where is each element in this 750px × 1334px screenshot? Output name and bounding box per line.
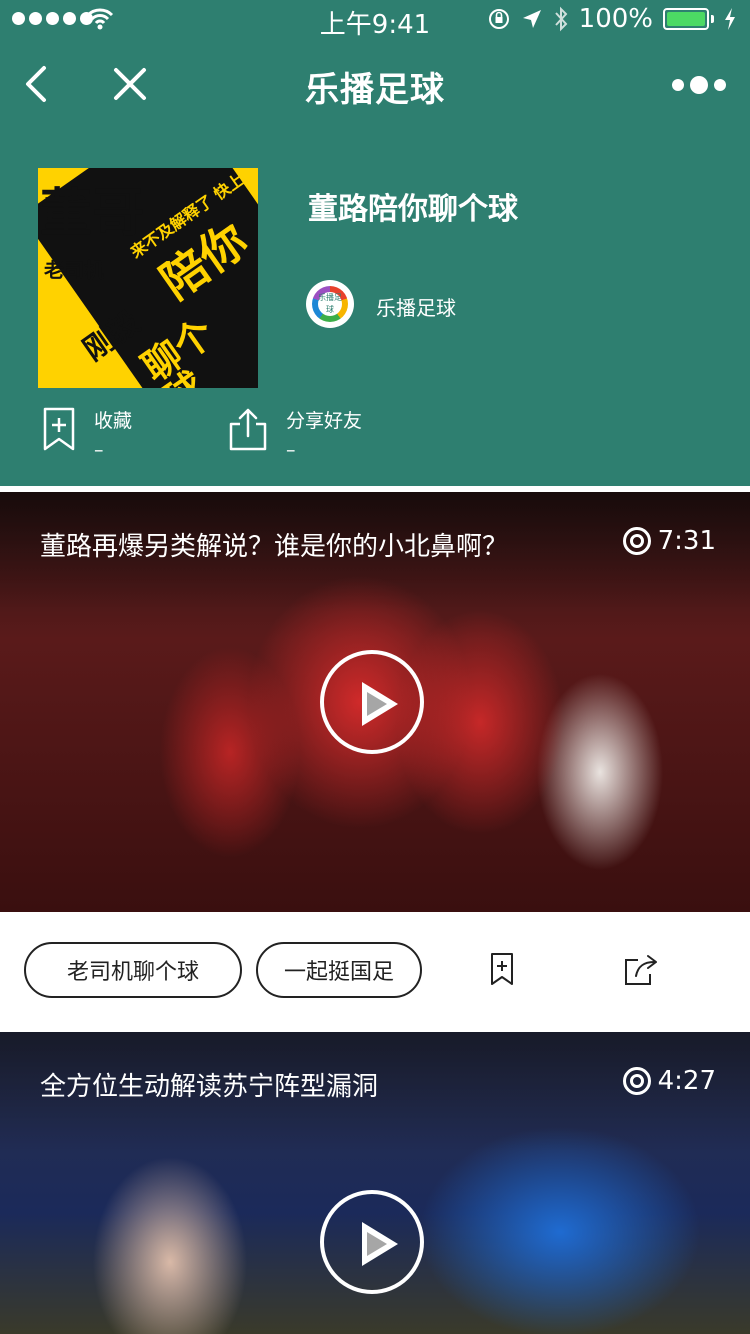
video-actions-row: 老司机聊个球 一起挺国足 bbox=[0, 912, 750, 1032]
author-avatar[interactable]: 乐播足球 bbox=[306, 280, 354, 328]
location-icon bbox=[522, 10, 541, 28]
share-label: 分享好友 bbox=[286, 410, 363, 432]
tag-button[interactable]: 老司机聊个球 bbox=[24, 942, 242, 998]
bookmark-add-icon[interactable] bbox=[490, 952, 514, 986]
play-icon[interactable] bbox=[320, 1190, 424, 1294]
tag-button[interactable]: 一起挺国足 bbox=[256, 942, 422, 998]
video-title: 全方位生动解读苏宁阵型漏洞 bbox=[40, 1072, 379, 1102]
video-duration: 4:27 bbox=[622, 1066, 716, 1096]
favorite-count: – bbox=[94, 439, 104, 461]
page-title: 乐播足球 bbox=[305, 70, 445, 110]
share-count: – bbox=[286, 439, 296, 461]
video-card[interactable]: 董路再爆另类解说？谁是你的小北鼻啊？ 7:31 bbox=[0, 492, 750, 912]
share-button[interactable]: 分享好友 – bbox=[228, 406, 362, 464]
camera-icon bbox=[622, 1067, 651, 1095]
video-title: 董路再爆另类解说？谁是你的小北鼻啊？ bbox=[40, 532, 509, 562]
bookmark-add-icon bbox=[43, 407, 75, 451]
channel-cover-image: 董哥 老司机 来不及解释了 快上车 陪你 聊个球 刚毅 bbox=[38, 168, 258, 388]
battery-icon bbox=[663, 8, 709, 30]
video-card[interactable]: 全方位生动解读苏宁阵型漏洞 4:27 bbox=[0, 1032, 750, 1334]
channel-header: 董哥 老司机 来不及解释了 快上车 陪你 聊个球 刚毅 董路陪你聊个球 乐播足球… bbox=[0, 128, 750, 486]
cover-text-main: 董哥 bbox=[40, 183, 145, 244]
battery-tip bbox=[711, 15, 714, 23]
more-icon[interactable] bbox=[672, 76, 726, 94]
play-icon[interactable] bbox=[320, 650, 424, 754]
status-right: 100% bbox=[487, 4, 736, 34]
share-icon[interactable] bbox=[624, 954, 660, 986]
cover-text-sub: 老司机 bbox=[44, 258, 104, 282]
rotation-lock-icon bbox=[488, 9, 509, 29]
channel-title: 董路陪你聊个球 bbox=[308, 192, 518, 227]
video-duration: 7:31 bbox=[622, 526, 716, 556]
video-duration-text: 7:31 bbox=[657, 526, 716, 556]
camera-icon bbox=[622, 527, 651, 555]
share-icon bbox=[229, 408, 267, 451]
battery-percent: 100% bbox=[578, 4, 653, 34]
bluetooth-icon bbox=[554, 6, 568, 32]
author-name[interactable]: 乐播足球 bbox=[376, 292, 456, 321]
favorite-label: 收藏 bbox=[94, 410, 133, 432]
status-bar: 上午9:41 100% bbox=[0, 0, 750, 40]
favorite-button[interactable]: 收藏 – bbox=[42, 406, 132, 464]
nav-bar: 乐播足球 bbox=[0, 40, 750, 128]
charging-icon bbox=[725, 8, 735, 30]
video-duration-text: 4:27 bbox=[657, 1066, 716, 1096]
author-avatar-text: 乐播足球 bbox=[318, 292, 342, 316]
